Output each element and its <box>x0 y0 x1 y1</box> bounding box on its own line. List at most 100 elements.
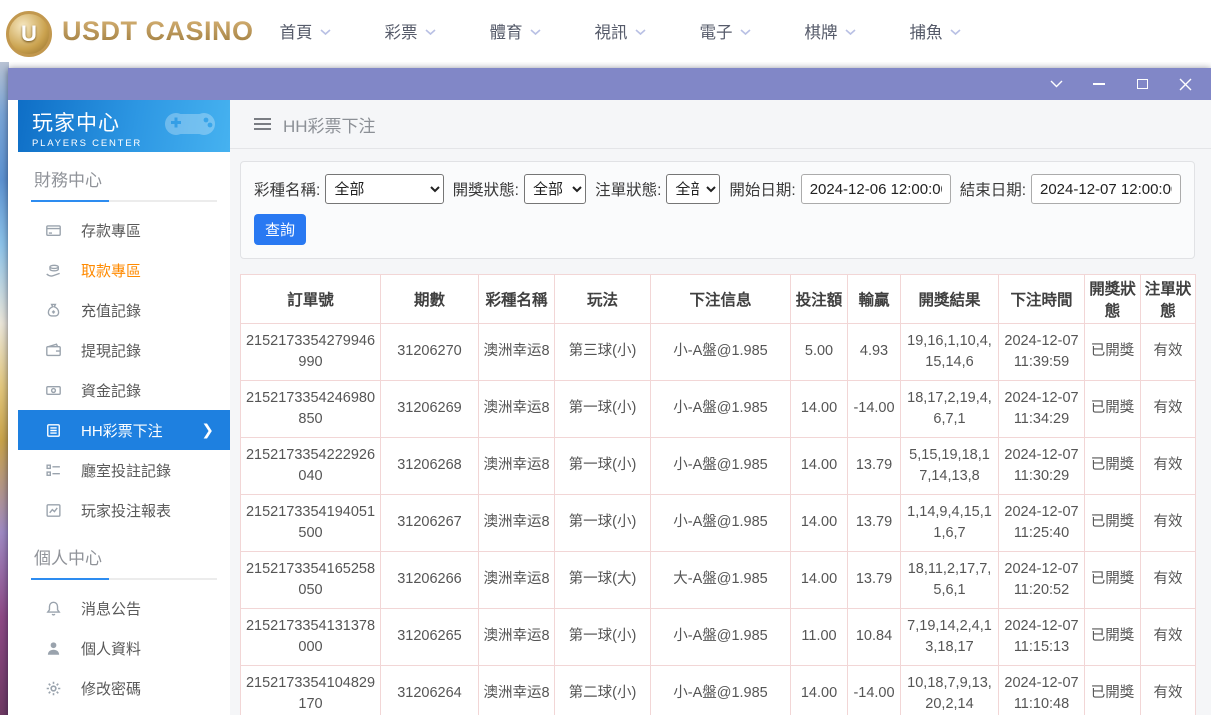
draw-status-label: 開獎狀態: <box>453 178 519 200</box>
table-cell: 19,16,1,10,4,15,14,6 <box>901 324 999 381</box>
sidebar-item-doc-lines[interactable]: HH彩票下注 ❯ <box>18 410 230 450</box>
sidebar-item-person[interactable]: 個人資料 ❯ <box>18 628 230 668</box>
sidebar-item-label: HH彩票下注 <box>81 420 163 441</box>
nav-item-label: 彩票 <box>385 19 418 43</box>
bets-table: 訂單號期數彩種名稱玩法下注信息投注額輸贏開獎結果下注時間開獎狀態注單狀態 215… <box>240 274 1196 715</box>
table-cell: 已開獎 <box>1085 324 1141 381</box>
sidebar-header: 玩家中心 PLAYERS CENTER <box>18 100 230 152</box>
sidebar-item-wallet[interactable]: 提現記錄 ❯ <box>18 330 230 370</box>
table-cell: 有效 <box>1141 552 1196 609</box>
search-button[interactable]: 查詢 <box>254 214 306 245</box>
lottery-name-select[interactable]: 全部 <box>325 174 443 204</box>
table-cell: 2024-12-07 11:20:52 <box>999 552 1085 609</box>
page-title: HH彩票下注 <box>283 112 376 137</box>
column-header: 下注信息 <box>651 275 791 324</box>
table-cell: 已開獎 <box>1085 438 1141 495</box>
table-header-row: 訂單號期數彩種名稱玩法下注信息投注額輸贏開獎結果下注時間開獎狀態注單狀態 <box>241 275 1196 324</box>
table-cell: 澳洲幸运8 <box>479 609 555 666</box>
maximize-icon[interactable] <box>1134 76 1150 92</box>
brand-logo[interactable]: U USDT CASINO <box>0 5 254 57</box>
sidebar-item-label: 個人資料 <box>81 638 141 659</box>
filter-panel: 彩種名稱: 全部 開獎狀態: 全部 注單狀態: 全部 開始日期: <box>240 161 1195 259</box>
sidebar-item-bell[interactable]: 消息公告 ❯ <box>18 588 230 628</box>
sidebar-item-bank-card[interactable]: 存款專區 ❯ <box>18 210 230 250</box>
nav-item-label: 電子 <box>700 19 733 43</box>
chart-box-icon <box>45 502 62 519</box>
brand-letter: U <box>21 21 37 47</box>
chevron-right-icon: ❯ <box>201 421 214 439</box>
money-bag-icon <box>45 302 62 319</box>
chevron-down-icon <box>425 29 436 36</box>
column-header: 投注額 <box>791 275 848 324</box>
table-row: 215217335419405150031206267澳洲幸运8第一球(小)小-… <box>241 495 1196 552</box>
sidebar-item-money-bag[interactable]: 充值記錄 ❯ <box>18 290 230 330</box>
table-cell: -14.00 <box>848 666 901 715</box>
sidebar-item-label: 資金記錄 <box>81 380 141 401</box>
table-cell: 13.79 <box>848 552 901 609</box>
table-row: 215217335422292604031206268澳洲幸运8第一球(小)小-… <box>241 438 1196 495</box>
chevron-down-icon <box>530 29 541 36</box>
column-header: 玩法 <box>555 275 651 324</box>
nav-item-label: 捕魚 <box>910 19 943 43</box>
table-row: 215217335427994699031206270澳洲幸运8第三球(小)小-… <box>241 324 1196 381</box>
list-check-icon <box>45 462 62 479</box>
table-cell: 14.00 <box>791 552 848 609</box>
end-date-input[interactable] <box>1031 174 1181 204</box>
nav-item-5[interactable]: 棋牌 <box>805 19 856 43</box>
order-status-select[interactable]: 全部 <box>666 174 720 204</box>
sidebar-item-banknote[interactable]: 資金記錄 ❯ <box>18 370 230 410</box>
table-cell: 澳洲幸运8 <box>479 552 555 609</box>
column-header: 期數 <box>381 275 479 324</box>
window-body: 玩家中心 PLAYERS CENTER 財務中心 <box>8 100 1211 715</box>
table-cell: 18,17,2,19,4,6,7,1 <box>901 381 999 438</box>
close-icon[interactable] <box>1177 76 1193 92</box>
nav-item-3[interactable]: 視訊 <box>595 19 646 43</box>
gear-icon <box>45 680 62 697</box>
nav-item-4[interactable]: 電子 <box>700 19 751 43</box>
window-titlebar <box>8 68 1211 100</box>
table-cell: 已開獎 <box>1085 666 1141 715</box>
table-cell: 13.79 <box>848 438 901 495</box>
table-cell: 有效 <box>1141 381 1196 438</box>
table-cell: 第一球(大) <box>555 552 651 609</box>
section-divider <box>31 200 217 202</box>
column-header: 輸贏 <box>848 275 901 324</box>
sidebar-item-label: 充值記錄 <box>81 300 141 321</box>
table-cell: 5,15,19,18,17,14,13,8 <box>901 438 999 495</box>
sidebar-section: 個人中心 消息公告 ❯ 個人資料 ❯ 修改密碼 ❯ <box>18 544 230 708</box>
nav-item-2[interactable]: 體育 <box>490 19 541 43</box>
sidebar-item-label: 消息公告 <box>81 598 141 619</box>
bank-card-icon <box>45 222 62 239</box>
nav-item-0[interactable]: 首頁 <box>280 19 331 43</box>
chevron-down-icon <box>845 29 856 36</box>
start-date-input[interactable] <box>801 174 951 204</box>
table-row: 215217335424698085031206269澳洲幸运8第一球(小)小-… <box>241 381 1196 438</box>
table-cell: 14.00 <box>791 438 848 495</box>
minimize-icon[interactable] <box>1091 76 1107 92</box>
table-cell: 小-A盤@1.985 <box>651 609 791 666</box>
table-cell: 5.00 <box>791 324 848 381</box>
sidebar-item-hand-coins[interactable]: 取款專區 ❯ <box>18 250 230 290</box>
sidebar-item-label: 取款專區 <box>81 260 141 281</box>
nav-item-1[interactable]: 彩票 <box>385 19 436 43</box>
sidebar-item-gear[interactable]: 修改密碼 ❯ <box>18 668 230 708</box>
menu-toggle-icon[interactable] <box>254 118 271 130</box>
sidebar-section: 財務中心 存款專區 ❯ 取款專區 ❯ 充值記錄 ❯ 提現記錄 ❯ 資金記錄 ❯ … <box>18 166 230 530</box>
chevron-down-icon <box>635 29 646 36</box>
table-cell: 有效 <box>1141 438 1196 495</box>
doc-lines-icon <box>45 422 62 439</box>
table-cell: 2152173354131378000 <box>241 609 381 666</box>
draw-status-select[interactable]: 全部 <box>524 174 586 204</box>
bell-icon <box>45 600 62 617</box>
wallet-icon <box>45 342 62 359</box>
collapse-icon[interactable] <box>1048 76 1064 92</box>
sidebar-item-chart-box[interactable]: 玩家投注報表 ❯ <box>18 490 230 530</box>
order-status-label: 注單狀態: <box>595 178 661 200</box>
sidebar-item-list-check[interactable]: 廳室投註記錄 ❯ <box>18 450 230 490</box>
table-row: 215217335416525805031206266澳洲幸运8第一球(大)大-… <box>241 552 1196 609</box>
nav-item-6[interactable]: 捕魚 <box>910 19 961 43</box>
column-header: 彩種名稱 <box>479 275 555 324</box>
table-cell: 14.00 <box>791 666 848 715</box>
table-cell: 11.00 <box>791 609 848 666</box>
table-cell: 小-A盤@1.985 <box>651 381 791 438</box>
